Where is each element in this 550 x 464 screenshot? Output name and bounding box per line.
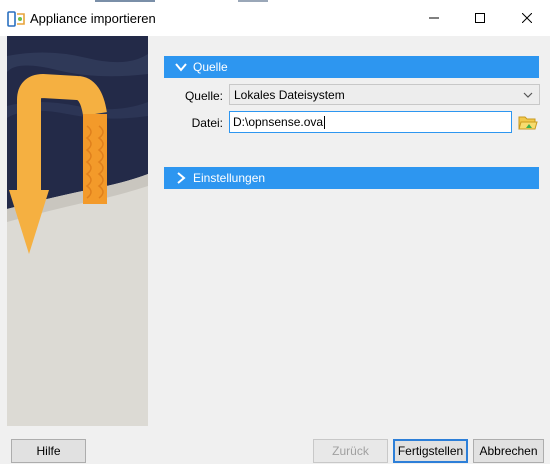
minimize-icon	[429, 17, 439, 19]
source-label: Quelle:	[184, 89, 223, 103]
close-button[interactable]	[504, 0, 550, 36]
minimize-button[interactable]	[411, 0, 457, 36]
section-title-source: Quelle	[193, 60, 228, 74]
title-accent-line	[238, 0, 268, 2]
wizard-side-illustration	[7, 36, 148, 426]
help-button[interactable]: Hilfe	[11, 439, 86, 463]
back-button[interactable]: Zurück	[313, 439, 388, 463]
chevron-down-icon	[523, 92, 533, 98]
section-title-settings: Einstellungen	[193, 171, 266, 185]
title-accent-line	[95, 0, 155, 2]
file-path-input[interactable]: D:\opnsense.ova	[229, 111, 512, 133]
chevron-down-icon	[175, 63, 187, 72]
maximize-button[interactable]	[457, 0, 503, 36]
chevron-right-icon	[177, 172, 186, 184]
source-select[interactable]: Lokales Dateisystem	[229, 84, 540, 105]
file-path-value: D:\opnsense.ova	[233, 115, 324, 129]
finish-button[interactable]: Fertigstellen	[393, 439, 468, 463]
folder-open-icon[interactable]	[518, 113, 538, 131]
maximize-icon	[475, 13, 485, 23]
title-bar: Appliance importieren	[0, 0, 550, 36]
window-title: Appliance importieren	[30, 11, 156, 26]
source-select-value: Lokales Dateisystem	[234, 87, 345, 102]
text-caret	[324, 115, 326, 129]
cancel-button[interactable]: Abbrechen	[473, 439, 544, 463]
virtualbox-app-icon	[7, 11, 25, 27]
file-label: Datei:	[191, 116, 223, 130]
section-header-source[interactable]: Quelle	[164, 56, 539, 78]
close-icon	[522, 13, 532, 23]
section-header-settings[interactable]: Einstellungen	[164, 167, 539, 189]
bottom-button-bar: Hilfe Zurück Fertigstellen Abbrechen	[0, 426, 550, 464]
